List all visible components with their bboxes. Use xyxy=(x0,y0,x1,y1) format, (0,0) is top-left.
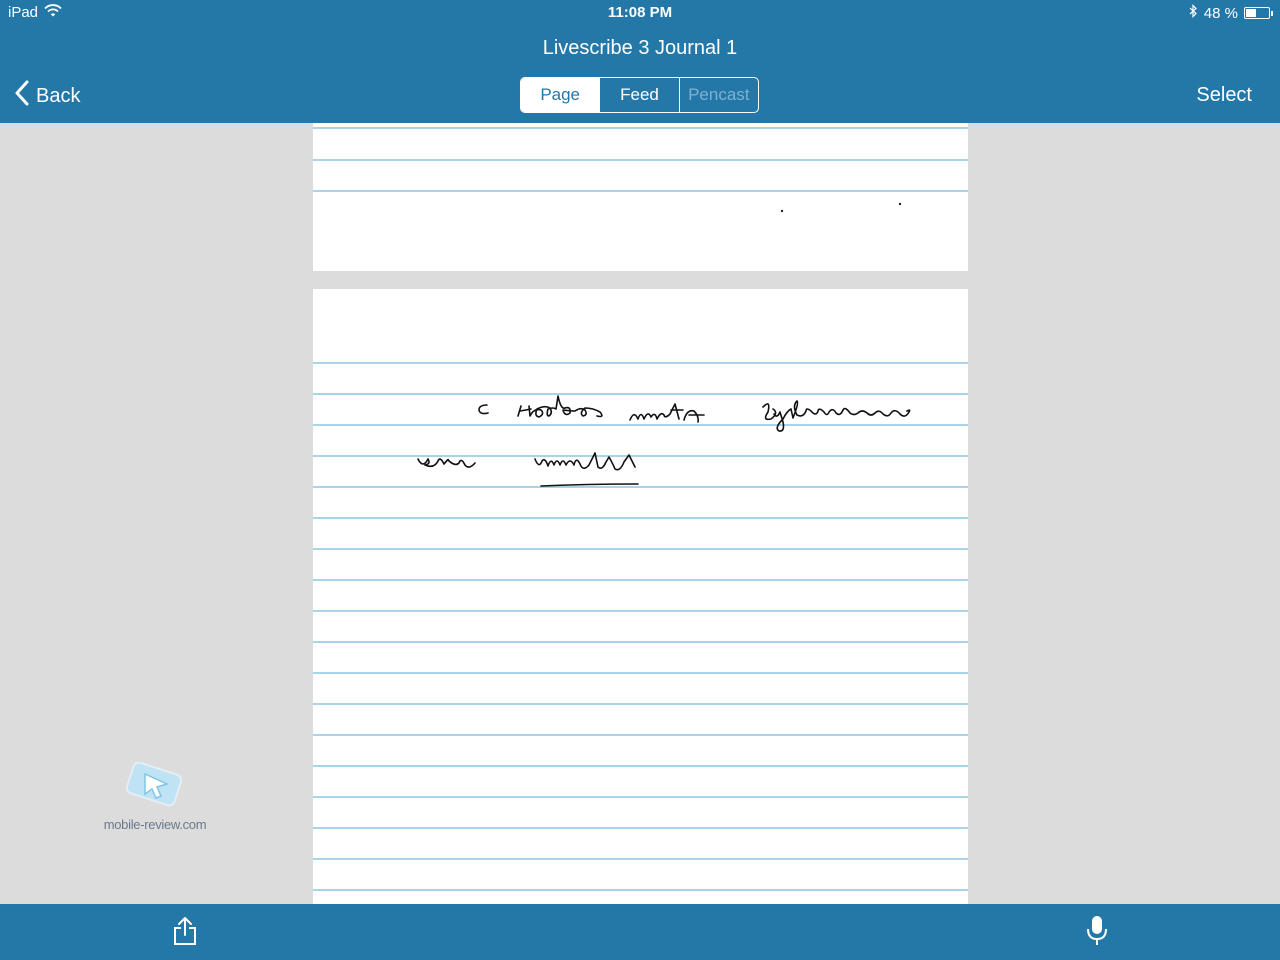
battery-level xyxy=(1246,9,1256,17)
watermark-logo xyxy=(125,761,183,807)
status-bar-right: 48 % xyxy=(1189,4,1273,22)
select-button[interactable]: Select xyxy=(1196,84,1252,107)
battery-percent: 48 % xyxy=(1203,4,1238,22)
pen-dots xyxy=(780,202,902,213)
navigation-header: iPad 11:08 PM 48 % Livescribe 3 Journal … xyxy=(0,0,1280,123)
tab-pencast[interactable]: Pencast xyxy=(680,78,758,112)
watermark-text: mobile-review.com xyxy=(103,817,207,832)
status-time: 11:08 PM xyxy=(607,4,673,21)
record-audio-button[interactable] xyxy=(1084,914,1110,953)
back-button[interactable]: Back xyxy=(14,80,80,112)
notebook-page-current[interactable] xyxy=(313,289,968,904)
bluetooth-icon xyxy=(1189,4,1198,22)
tab-page[interactable]: Page xyxy=(521,78,601,112)
share-button[interactable] xyxy=(170,915,200,952)
watermark: mobile-review.com xyxy=(100,761,210,832)
notebook-page-previous[interactable] xyxy=(313,123,968,271)
handwriting-ink xyxy=(417,395,911,487)
microphone-icon xyxy=(1084,916,1110,952)
view-segmented-control: Page Feed Pencast xyxy=(520,77,759,113)
page-title: Livescribe 3 Journal 1 xyxy=(542,37,738,59)
battery-tip xyxy=(1271,11,1273,16)
battery-icon xyxy=(1244,7,1273,19)
tab-feed[interactable]: Feed xyxy=(600,78,680,112)
back-label: Back xyxy=(36,84,81,107)
chevron-left-icon xyxy=(14,80,30,112)
share-icon xyxy=(170,917,200,951)
